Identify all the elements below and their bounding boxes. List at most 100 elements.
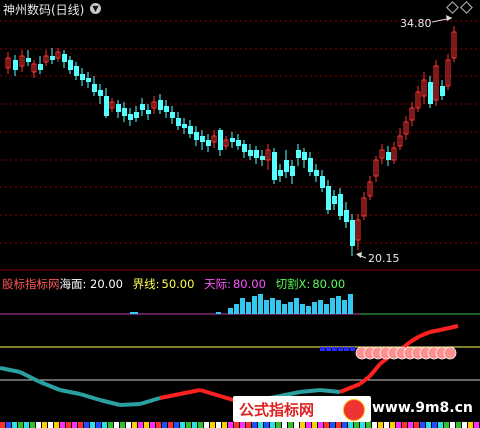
strip-cell bbox=[270, 422, 275, 428]
param-sea-label: 海面: bbox=[59, 277, 87, 291]
curve-segment bbox=[419, 330, 431, 338]
low-price-label: 20.15 bbox=[368, 252, 400, 265]
candle-body bbox=[248, 150, 253, 156]
watermark-url: www.9m8.cn bbox=[372, 400, 473, 416]
histogram-bar bbox=[282, 304, 287, 314]
histogram-bar bbox=[288, 302, 293, 314]
candlestick-series[interactable] bbox=[5, 26, 457, 256]
candle-body bbox=[140, 104, 145, 110]
strip-cell bbox=[0, 422, 5, 428]
strip-cell bbox=[48, 422, 53, 428]
strip-cell bbox=[72, 422, 77, 428]
candle-body bbox=[146, 110, 151, 114]
candle-body bbox=[230, 138, 235, 142]
candle-body bbox=[128, 114, 133, 120]
strip-cell bbox=[96, 422, 101, 428]
histogram-bar bbox=[320, 347, 325, 351]
strip-cell bbox=[402, 422, 407, 428]
candle-body bbox=[116, 104, 121, 112]
histogram-bar bbox=[130, 312, 138, 314]
watermark-text: 公式指标网 bbox=[239, 401, 315, 419]
strip-cell bbox=[84, 422, 89, 428]
strip-cell bbox=[384, 422, 389, 428]
strip-cell bbox=[90, 422, 95, 428]
bottom-color-strip bbox=[0, 422, 479, 428]
candle-body bbox=[320, 176, 325, 188]
histogram-bar bbox=[252, 296, 257, 314]
candle-body bbox=[194, 132, 199, 140]
candle-body bbox=[338, 194, 343, 216]
strip-cell bbox=[372, 422, 377, 428]
param-cut-value: 80.00 bbox=[312, 277, 346, 291]
histogram-bar bbox=[300, 304, 305, 314]
strip-cell bbox=[468, 422, 473, 428]
chevron-down-icon[interactable]: ▼ bbox=[90, 3, 101, 14]
strip-cell bbox=[150, 422, 155, 428]
candle-body bbox=[26, 58, 31, 62]
strip-cell bbox=[252, 422, 257, 428]
candle-body bbox=[158, 100, 163, 110]
strip-cell bbox=[366, 422, 371, 428]
candle-body bbox=[260, 156, 265, 160]
indicator-curve[interactable] bbox=[0, 324, 459, 407]
strip-cell bbox=[6, 422, 11, 428]
chart-canvas[interactable]: 34.80 20.15 bbox=[0, 0, 480, 428]
histogram-bar bbox=[258, 294, 263, 314]
candle-body bbox=[290, 166, 295, 176]
candle-body bbox=[74, 66, 79, 76]
candle-body bbox=[236, 140, 241, 146]
strip-cell bbox=[216, 422, 221, 428]
curve-segment bbox=[159, 392, 181, 400]
candle-body bbox=[278, 170, 283, 176]
candle-body bbox=[344, 210, 349, 222]
candle-body bbox=[176, 118, 181, 126]
histogram-bar bbox=[228, 308, 233, 314]
candle-body bbox=[86, 78, 91, 82]
strip-cell bbox=[324, 422, 329, 428]
histogram-bar bbox=[342, 300, 347, 314]
histogram-bar bbox=[348, 294, 353, 314]
param-sky-value: 80.00 bbox=[232, 277, 266, 291]
indicator-histogram[interactable] bbox=[130, 294, 355, 351]
strip-cell bbox=[54, 422, 59, 428]
strip-cell bbox=[258, 422, 263, 428]
strip-cell bbox=[42, 422, 47, 428]
candle-body bbox=[350, 220, 355, 246]
param-sky-label: 天际: bbox=[204, 277, 231, 291]
candle-body bbox=[200, 136, 205, 142]
curve-segment bbox=[119, 402, 141, 407]
strip-cell bbox=[180, 422, 185, 428]
candle-body bbox=[302, 152, 307, 160]
strip-cell bbox=[120, 422, 125, 428]
strip-cell bbox=[312, 422, 317, 428]
strip-cell bbox=[186, 422, 191, 428]
strip-cell bbox=[168, 422, 173, 428]
strip-cell bbox=[126, 422, 131, 428]
strip-cell bbox=[228, 422, 233, 428]
strip-cell bbox=[30, 422, 35, 428]
candle-body bbox=[92, 84, 97, 92]
indicator-name: 股标指标网 bbox=[2, 277, 60, 291]
histogram-bar bbox=[350, 347, 355, 351]
curve-segment bbox=[79, 392, 101, 402]
curve-segment bbox=[179, 388, 201, 396]
strip-cell bbox=[114, 422, 119, 428]
strip-cell bbox=[408, 422, 413, 428]
strip-cell bbox=[174, 422, 179, 428]
candle-body bbox=[38, 64, 43, 70]
candle-body bbox=[68, 60, 73, 70]
curve-segment bbox=[429, 328, 441, 334]
strip-cell bbox=[462, 422, 467, 428]
candle-body bbox=[242, 144, 247, 152]
histogram-bar bbox=[234, 304, 239, 314]
candle-body bbox=[428, 82, 433, 104]
candle-body bbox=[170, 112, 175, 118]
strip-cell bbox=[336, 422, 341, 428]
strip-cell bbox=[156, 422, 161, 428]
strip-cell bbox=[330, 422, 335, 428]
candle-body bbox=[182, 124, 187, 128]
strip-cell bbox=[66, 422, 71, 428]
strip-cell bbox=[390, 422, 395, 428]
candle-body bbox=[254, 150, 259, 158]
strip-cell bbox=[354, 422, 359, 428]
